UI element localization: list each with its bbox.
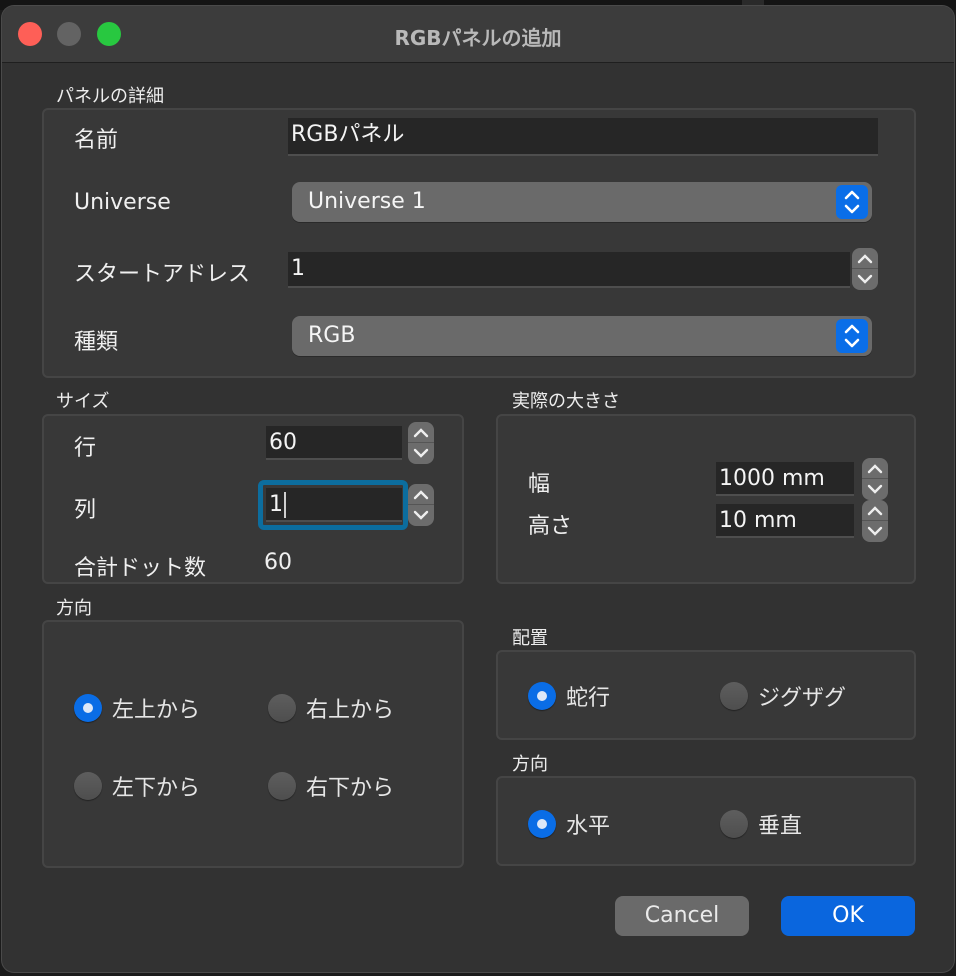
radio-top-left[interactable]: 左上から [74,692,200,724]
size-group: 行 60 列 1 合計ドット数 60 [42,414,464,584]
columns-label: 列 [74,498,97,523]
chevron-up-icon[interactable] [412,489,430,501]
radio-label: ジグザグ [758,686,847,711]
universe-select[interactable]: Universe 1 [292,182,872,222]
radio-indicator[interactable] [720,810,748,838]
chevron-down-icon[interactable] [856,273,874,285]
window-title: RGBパネルの追加 [394,26,562,50]
placement-label: 配置 [512,628,548,649]
columns-stepper[interactable] [408,484,434,526]
chevron-updown-icon [836,185,868,219]
cancel-button[interactable]: Cancel [615,896,749,936]
radio-bottom-right[interactable]: 右下から [268,770,394,802]
radio-label: 右下から [306,776,395,801]
chevron-down-icon[interactable] [866,483,884,495]
panel-details-label: パネルの詳細 [56,86,164,107]
panel-details-group: 名前 RGBパネル Universe Universe 1 スタートアドレス 1… [42,108,916,378]
radio-indicator[interactable] [720,682,748,710]
ok-button[interactable]: OK [781,896,915,936]
width-label: 幅 [528,472,551,497]
radio-label: 蛇行 [566,686,611,711]
width-stepper[interactable] [862,458,888,500]
radio-top-right[interactable]: 右上から [268,692,394,724]
chevron-up-icon[interactable] [412,427,430,439]
total-dots-value: 60 [264,550,292,575]
height-label: 高さ [528,514,573,539]
width-input[interactable]: 1000 mm [716,462,854,496]
title-bar[interactable]: RGBパネルの追加 [2,6,954,63]
chevron-down-icon[interactable] [412,509,430,521]
radio-vertical[interactable]: 垂直 [720,808,802,840]
orientation-group: 水平 垂直 [496,776,916,866]
rows-label: 行 [74,436,97,461]
orientation-label: 方向 [512,754,548,775]
radio-indicator[interactable] [74,772,102,800]
type-select[interactable]: RGB [292,316,872,356]
chevron-updown-icon [836,319,868,353]
start-address-label: スタートアドレス [74,262,251,287]
chevron-down-icon[interactable] [412,447,430,459]
columns-input[interactable]: 1 [266,488,402,522]
placement-group: 蛇行 ジグザグ [496,650,916,740]
radio-label: 右上から [306,698,395,723]
radio-indicator[interactable] [74,694,102,722]
size-label: サイズ [56,391,110,412]
radio-indicator[interactable] [528,682,556,710]
chevron-up-icon[interactable] [866,505,884,517]
start-direction-group: 左上から 右上から 左下から 右下から [42,620,464,868]
name-label: 名前 [74,128,119,153]
radio-zigzag[interactable]: ジグザグ [720,680,846,712]
type-select-value: RGB [308,323,356,348]
physical-size-label: 実際の大きさ [512,391,620,412]
universe-label: Universe [74,190,171,215]
chevron-up-icon[interactable] [856,253,874,265]
radio-label: 垂直 [758,814,803,839]
radio-label: 水平 [566,814,611,839]
name-input[interactable]: RGBパネル [288,118,878,156]
radio-indicator[interactable] [268,772,296,800]
physical-size-group: 幅 1000 mm 高さ 10 mm [496,414,916,584]
radio-indicator[interactable] [268,694,296,722]
radio-indicator[interactable] [528,810,556,838]
type-label: 種類 [74,330,119,355]
columns-input-value: 1 [269,492,283,517]
radio-bottom-left[interactable]: 左下から [74,770,200,802]
start-address-input[interactable]: 1 [288,252,850,288]
chevron-down-icon[interactable] [866,525,884,537]
rows-input[interactable]: 60 [266,426,402,460]
universe-select-value: Universe 1 [308,189,426,214]
dialog-window: RGBパネルの追加 パネルの詳細 名前 RGBパネル Universe Univ… [2,6,954,972]
radio-serpentine[interactable]: 蛇行 [528,680,610,712]
text-caret [284,492,286,518]
rows-stepper[interactable] [408,422,434,464]
radio-label: 左上から [112,698,201,723]
height-input[interactable]: 10 mm [716,504,854,538]
chevron-up-icon[interactable] [866,463,884,475]
radio-label: 左下から [112,776,201,801]
start-direction-label: 方向 [56,598,92,619]
start-address-stepper[interactable] [852,248,878,290]
height-stepper[interactable] [862,500,888,542]
radio-horizontal[interactable]: 水平 [528,808,610,840]
total-dots-label: 合計ドット数 [74,556,207,581]
